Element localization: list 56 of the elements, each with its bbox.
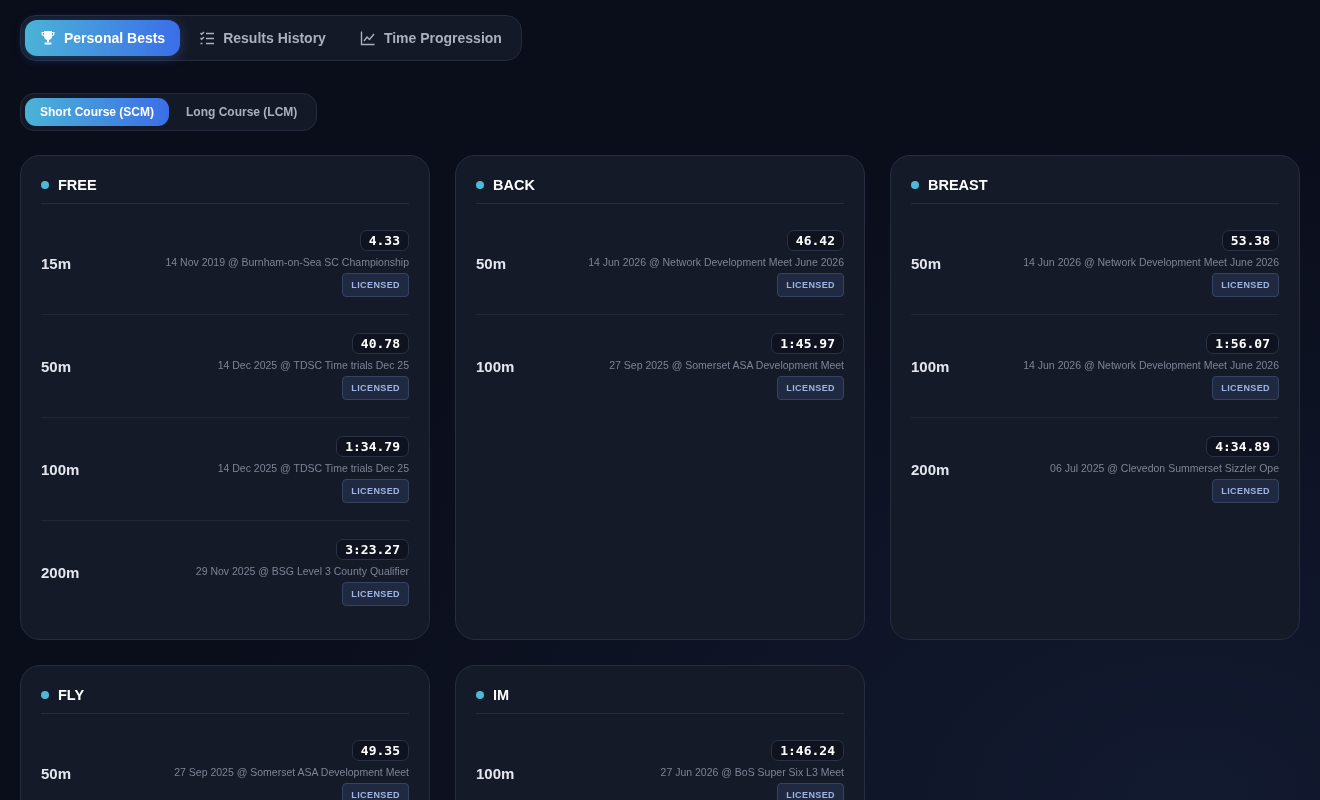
tab[interactable]: Personal Bests bbox=[25, 20, 181, 56]
stroke-title: BACK bbox=[493, 177, 535, 193]
licensed-badge: LICENSED bbox=[342, 375, 409, 400]
distance-label: 200m bbox=[911, 460, 950, 478]
time-badge: 1:45.97 bbox=[771, 332, 844, 354]
distance-label: 100m bbox=[41, 460, 80, 478]
licensed-badge: LICENSED bbox=[342, 581, 409, 606]
meet-info: 27 Sep 2025 @ Somerset ASA Development Meet bbox=[609, 358, 844, 371]
licensed-badge: LICENSED bbox=[342, 782, 409, 800]
meet-info: 29 Nov 2025 @ BSG Level 3 County Qualifier bbox=[195, 564, 409, 577]
licensed-badge: LICENSED bbox=[342, 478, 409, 503]
meet-info: 14 Dec 2025 @ TDSC Time trials Dec 25 bbox=[217, 358, 409, 371]
licensed-badge: LICENSED bbox=[777, 782, 844, 800]
meet-info: 14 Nov 2019 @ Burnham-on-Sea SC Championship bbox=[165, 255, 409, 268]
licensed-badge: LICENSED bbox=[1212, 375, 1279, 400]
meet-info: 14 Jun 2026 @ Network Development Meet June 2026 bbox=[588, 255, 844, 268]
time-badge: 3:23.27 bbox=[336, 538, 409, 560]
meet-info: 27 Sep 2025 @ Somerset ASA Development Meet bbox=[174, 765, 409, 778]
stroke-title: BREAST bbox=[928, 177, 988, 193]
distance-label: 50m bbox=[41, 764, 72, 782]
time-badge: 4:34.89 bbox=[1206, 435, 1279, 457]
trophy-icon bbox=[40, 30, 56, 46]
meet-info: 14 Jun 2026 @ Network Development Meet June 2026 bbox=[1023, 358, 1279, 371]
distance-label: 50m bbox=[911, 254, 942, 272]
licensed-badge: LICENSED bbox=[777, 272, 844, 297]
meet-info: 14 Jun 2026 @ Network Development Meet June 2026 bbox=[1023, 255, 1279, 268]
checklist-icon bbox=[199, 30, 216, 46]
distance-label: 50m bbox=[476, 254, 507, 272]
licensed-badge: LICENSED bbox=[1212, 478, 1279, 503]
distance-label: 100m bbox=[476, 764, 515, 782]
meet-info: 27 Jun 2026 @ BoS Super Six L3 Meet bbox=[660, 765, 844, 778]
time-badge: 1:46.24 bbox=[771, 739, 844, 761]
time-badge: 53.38 bbox=[1221, 229, 1279, 251]
meet-info: 06 Jul 2025 @ Clevedon Summerset Sizzler Ope bbox=[1050, 461, 1279, 474]
course-toggle[interactable]: Long Course (LCM) bbox=[171, 98, 313, 126]
distance-label: 15m bbox=[41, 254, 72, 272]
time-badge: 1:56.07 bbox=[1206, 332, 1279, 354]
distance-label: 100m bbox=[476, 357, 515, 375]
time-badge: 49.35 bbox=[351, 739, 409, 761]
stroke-title: FLY bbox=[58, 687, 85, 703]
time-badge: 4.33 bbox=[359, 229, 409, 251]
time-badge: 1:34.79 bbox=[336, 435, 409, 457]
line-chart-icon bbox=[359, 30, 376, 46]
tab[interactable]: Time Progression bbox=[344, 20, 517, 56]
meet-info: 14 Dec 2025 @ TDSC Time trials Dec 25 bbox=[217, 461, 409, 474]
licensed-badge: LICENSED bbox=[342, 272, 409, 297]
tab[interactable]: Results History bbox=[184, 20, 341, 56]
time-badge: 40.78 bbox=[351, 332, 409, 354]
licensed-badge: LICENSED bbox=[777, 375, 844, 400]
distance-label: 50m bbox=[41, 357, 72, 375]
stroke-title: FREE bbox=[58, 177, 97, 193]
distance-label: 200m bbox=[41, 563, 80, 581]
stroke-title: IM bbox=[493, 687, 510, 703]
licensed-badge: LICENSED bbox=[1212, 272, 1279, 297]
time-badge: 46.42 bbox=[786, 229, 844, 251]
distance-label: 100m bbox=[911, 357, 950, 375]
